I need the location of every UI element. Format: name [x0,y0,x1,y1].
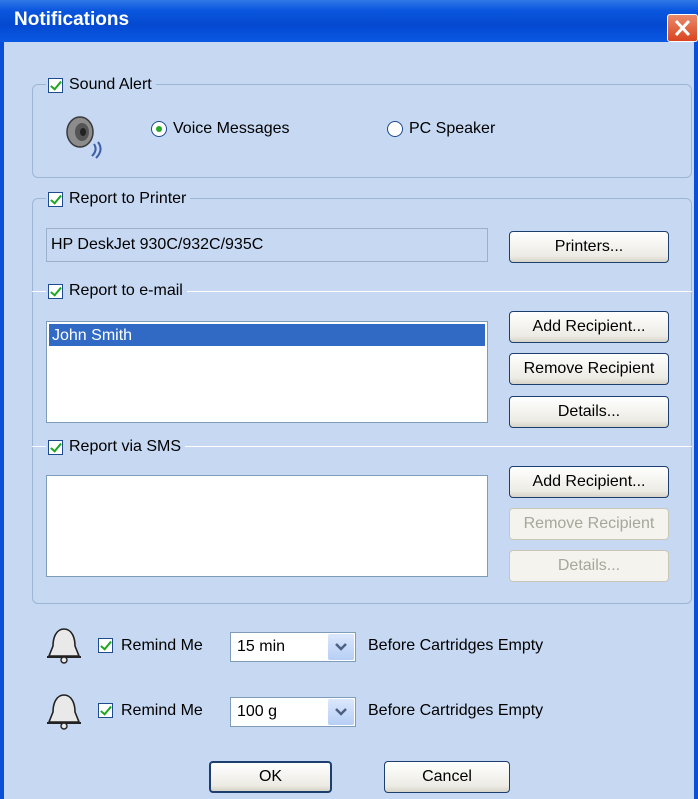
remind-me-1-suffix: Before Cartridges Empty [368,637,544,654]
sms-details-label: Details... [557,557,621,574]
remind-me-1-label: Remind Me [121,637,203,654]
pc-speaker-option[interactable]: PC Speaker [387,120,495,138]
title-bar: Notifications [0,0,698,42]
sms-checkbox[interactable] [48,439,63,455]
printers-button-label: Printers... [554,238,624,255]
cancel-button-label: Cancel [422,768,472,785]
pc-speaker-radio[interactable] [387,121,403,137]
voice-messages-radio[interactable] [151,121,167,137]
pc-speaker-label: PC Speaker [409,120,496,137]
printer-name: HP DeskJet 930C/932C/935C [51,236,264,253]
remind-me-1-select[interactable]: 15 min [230,632,356,662]
email-recipient-name: John Smith [52,327,133,344]
sound-alert-checkbox[interactable] [48,77,63,93]
sms-header: Report via SMS [46,436,186,458]
email-label: Report to e-mail [69,282,183,299]
ok-button[interactable]: OK [209,761,332,793]
email-remove-recipient-button[interactable]: Remove Recipient [509,353,669,385]
remind-me-2-suffix: Before Cartridges Empty [368,702,544,719]
sms-recipient-list[interactable] [46,475,488,577]
remind-me-2-label: Remind Me [121,702,203,719]
printer-header: Report to Printer [46,188,191,210]
chevron-down-icon[interactable] [328,634,354,660]
cancel-button[interactable]: Cancel [384,761,510,793]
sms-details-button[interactable]: Details... [509,550,669,582]
chevron-down-icon[interactable] [328,699,354,725]
bell-icon [47,694,81,730]
remind-me-2-value: 100 g [237,703,278,720]
voice-messages-option[interactable]: Voice Messages [151,120,290,138]
email-details-button[interactable]: Details... [509,396,669,428]
remind-me-1-checkbox[interactable] [98,638,113,653]
sound-alert-header: Sound Alert [46,74,156,96]
sound-alert-group [32,84,692,178]
window-border-left [0,42,4,799]
sms-add-recipient-label: Add Recipient... [532,473,646,490]
email-details-label: Details... [557,403,621,420]
email-header: Report to e-mail [46,280,187,302]
printer-checkbox[interactable] [48,191,63,207]
ok-button-label: OK [258,768,283,785]
email-add-recipient-label: Add Recipient... [532,318,646,335]
close-button[interactable] [667,14,698,42]
printers-button[interactable]: Printers... [509,231,669,263]
close-icon [674,19,691,37]
window-border-right [694,42,698,799]
window-title: Notifications [14,9,130,30]
sms-remove-recipient-button[interactable]: Remove Recipient [509,508,669,540]
notifications-dialog: Notifications Sound Alert Voice Messages… [0,0,698,799]
list-item[interactable]: John Smith [49,324,485,346]
speaker-icon [66,116,102,159]
remind-me-1-value: 15 min [237,638,286,655]
sound-alert-label: Sound Alert [69,76,152,93]
bell-icon [47,628,81,664]
remind-me-2-checkbox[interactable] [98,703,113,718]
email-recipient-list[interactable]: John Smith [46,321,488,423]
voice-messages-label: Voice Messages [173,120,290,137]
sms-remove-recipient-label: Remove Recipient [523,515,655,532]
printer-label: Report to Printer [69,190,187,207]
email-add-recipient-button[interactable]: Add Recipient... [509,311,669,343]
email-checkbox[interactable] [48,283,63,299]
printer-name-field: HP DeskJet 930C/932C/935C [46,228,488,262]
email-remove-recipient-label: Remove Recipient [523,360,655,377]
remind-me-2-select[interactable]: 100 g [230,697,356,727]
sms-add-recipient-button[interactable]: Add Recipient... [509,466,669,498]
sms-label: Report via SMS [69,438,182,455]
